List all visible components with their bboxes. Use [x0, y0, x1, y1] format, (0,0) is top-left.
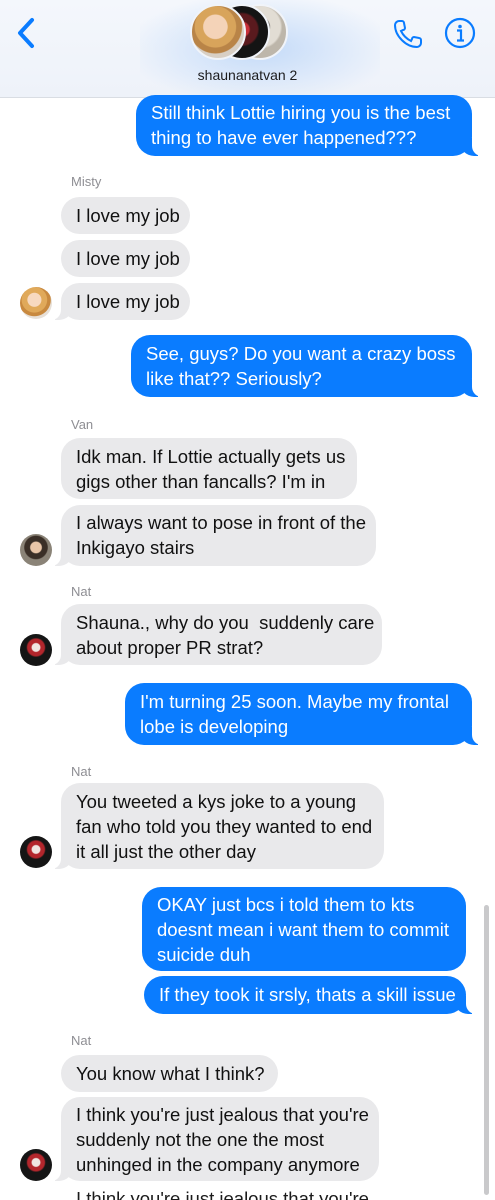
incoming-message[interactable]: Idk man. If Lottie actually gets us gigs… [61, 438, 357, 499]
message-line: about proper PR strat? [76, 637, 264, 658]
chevron-left-icon [18, 18, 34, 48]
message-line: it all just the other day [76, 841, 256, 862]
outgoing-message[interactable]: OKAY just bcs i told them to kts doesnt … [142, 887, 466, 971]
message-line: Shauna., why do you suddenly care [76, 612, 375, 633]
outgoing-message[interactable]: If they took it srsly, thats a skill iss… [144, 976, 478, 1014]
info-icon [444, 17, 476, 49]
message-line: lobe is developing [140, 716, 289, 737]
message-line: Idk man. If Lottie actually gets us [76, 446, 346, 467]
message-line: unhinged in the company anymore [76, 1154, 360, 1175]
incoming-message[interactable]: I love my job [61, 197, 190, 234]
incoming-message[interactable]: I think you're just jealous that you're … [49, 1097, 379, 1181]
message-line: You tweeted a kys joke to a young [76, 791, 357, 812]
message-line: I think you're just jealous that you're [76, 1188, 369, 1200]
sender-label: Van [71, 417, 94, 432]
message-line: suicide duh [157, 944, 251, 965]
phone-icon [393, 20, 422, 49]
message-line: I love my job [76, 291, 180, 312]
message-line: I'm turning 25 soon. Maybe my frontal [140, 691, 449, 712]
incoming-message[interactable]: You know what I think? [61, 1055, 278, 1092]
message-line: fan who told you they wanted to end [76, 816, 373, 837]
outgoing-message[interactable]: Still think Lottie hiring you is the bes… [136, 95, 484, 156]
message-line: You know what I think? [76, 1063, 265, 1084]
avatar [190, 4, 246, 60]
sender-label: Nat [71, 764, 92, 779]
message-line: gigs other than fancalls? I'm in [76, 471, 326, 492]
message-line: Still think Lottie hiring you is the bes… [151, 102, 451, 123]
message-line: thing to have ever happened??? [151, 127, 417, 148]
outgoing-message[interactable]: See, guys? Do you want a crazy boss like… [131, 335, 484, 397]
incoming-message[interactable]: I always want to pose in front of the In… [49, 505, 376, 566]
back-button[interactable] [12, 14, 44, 52]
avatar[interactable] [20, 1149, 52, 1181]
outgoing-message[interactable]: I'm turning 25 soon. Maybe my frontal lo… [125, 683, 484, 745]
info-button[interactable] [444, 17, 476, 49]
message-line: I always want to pose in front of the [76, 512, 366, 533]
message-line: like that?? Seriously? [146, 368, 322, 389]
message-line: I love my job [76, 205, 180, 226]
sender-label: Misty [71, 174, 102, 189]
sender-label: Nat [71, 584, 92, 599]
message-line: Inkigayo stairs [76, 537, 195, 558]
incoming-message[interactable]: Shauna., why do you suddenly care about … [49, 604, 382, 665]
message-line: See, guys? Do you want a crazy boss [146, 343, 456, 364]
avatar[interactable] [20, 287, 52, 319]
avatar[interactable] [20, 634, 52, 666]
conversation-header: shaunanatvan 2 [0, 0, 495, 98]
group-avatar-stack[interactable] [190, 4, 304, 62]
incoming-message[interactable]: You tweeted a kys joke to a young fan wh… [49, 783, 384, 869]
scrollbar[interactable] [484, 905, 489, 1195]
avatar[interactable] [20, 836, 52, 868]
call-button[interactable] [390, 16, 426, 52]
message-line: I love my job [76, 248, 180, 269]
message-line: OKAY just bcs i told them to kts [157, 894, 415, 915]
sender-label: Nat [71, 1033, 92, 1048]
message-line: suddenly not the one the most [76, 1129, 324, 1150]
message-line: I think you're just jealous that you're [76, 1104, 369, 1125]
incoming-message[interactable]: I love my job [49, 283, 190, 320]
incoming-message[interactable]: I love my job [61, 240, 190, 277]
group-name[interactable]: shaunanatvan 2 [0, 67, 495, 83]
message-line: If they took it srsly, thats a skill iss… [159, 984, 456, 1005]
avatar[interactable] [20, 534, 52, 566]
message-line: doesnt mean i want them to commit [157, 919, 450, 940]
